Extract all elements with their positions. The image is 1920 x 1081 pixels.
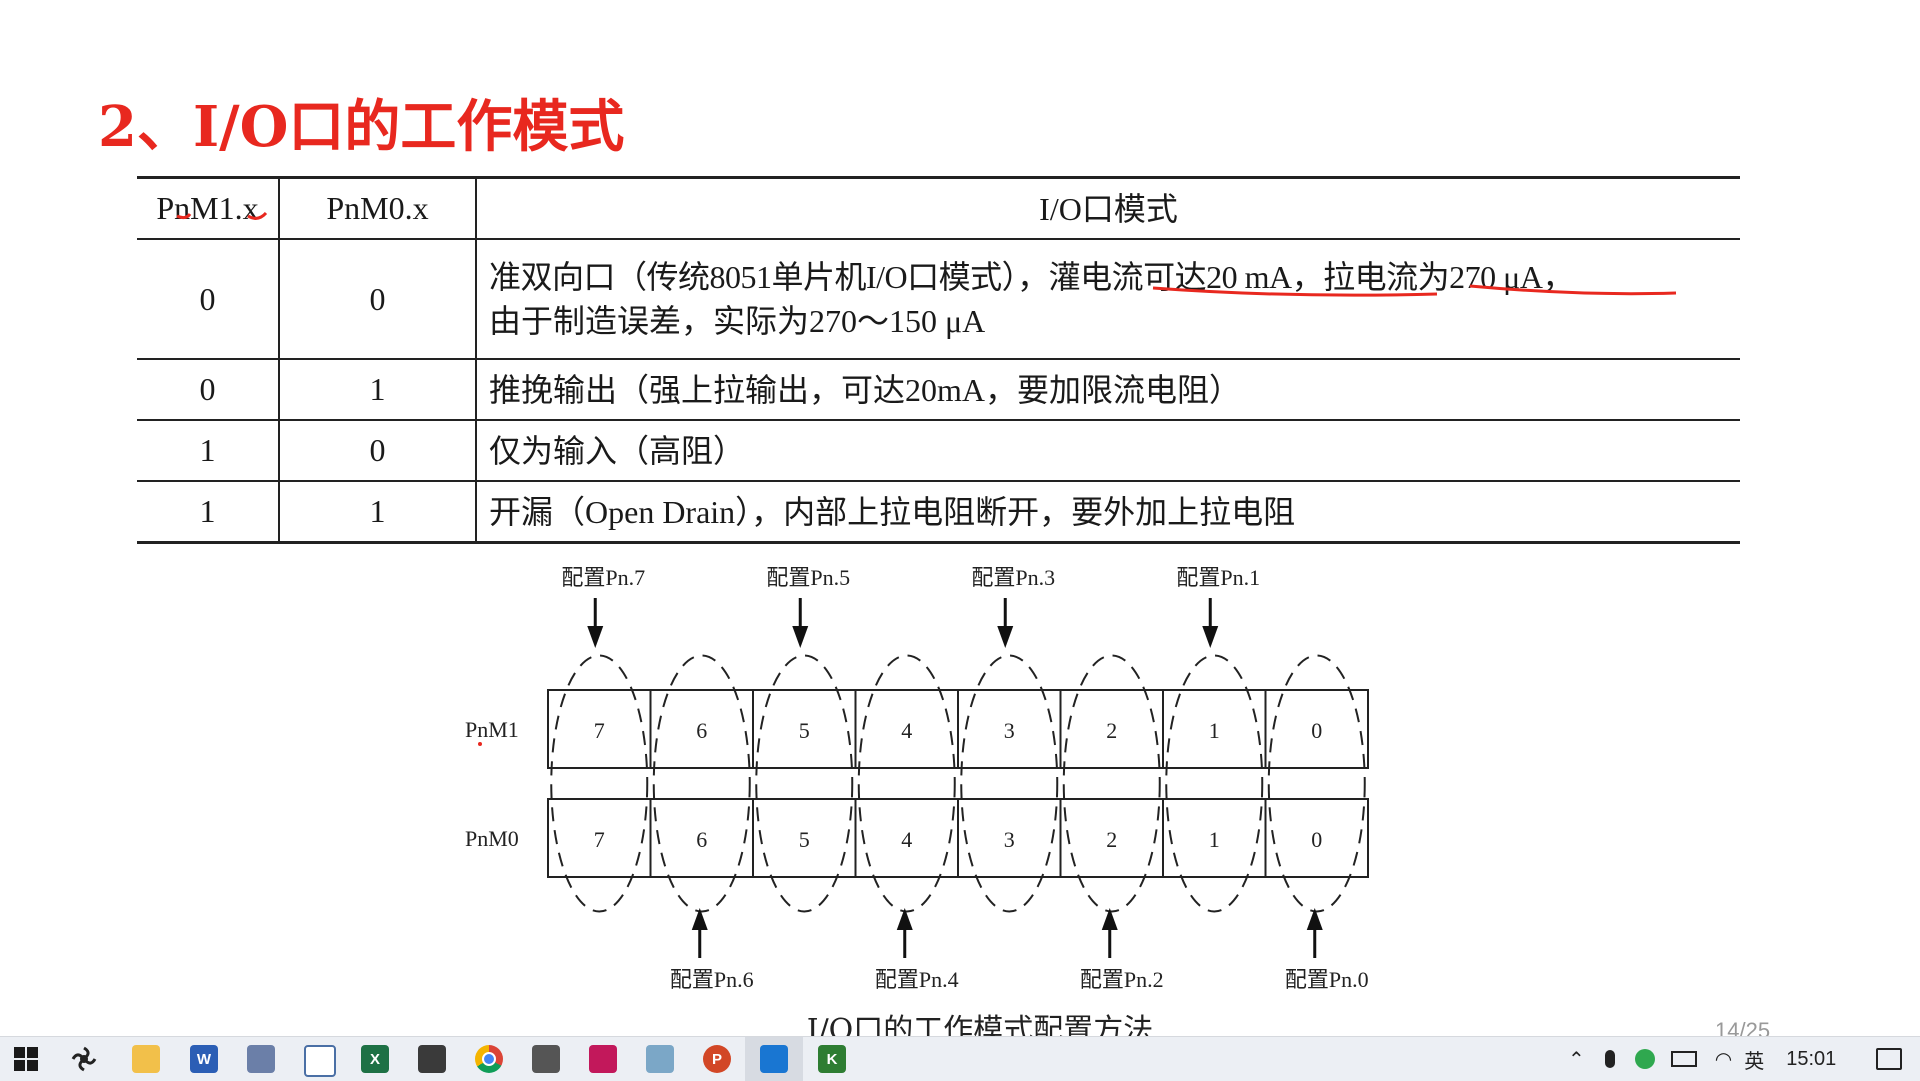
fan-app-icon[interactable] [70,1045,98,1073]
pen-app-icon[interactable] [646,1045,674,1073]
bit-group-ellipse [1267,654,1366,913]
start-icon[interactable] [12,1045,40,1073]
sync-icon[interactable] [1634,1049,1655,1069]
bit-cell: 1 [1209,827,1220,852]
arrow-down-head [792,626,809,648]
bit-cell: 1 [1209,718,1220,743]
config-label-top: 配置Pn.1 [1176,565,1260,590]
arrow-down-head [587,626,604,648]
system-tray: ⌃ ◠ 英 15:01 [1568,1037,1903,1081]
config-label-bottom: 配置Pn.0 [1285,967,1369,992]
bit-group-ellipse [550,654,649,913]
whiteboard-app-icon[interactable] [760,1045,788,1073]
notification-icon[interactable] [1876,1048,1903,1070]
clock[interactable]: 15:01 [1786,1048,1836,1071]
chip-app-icon[interactable] [532,1045,560,1073]
register-diagram: PnM1 PnM0 7 6 5 4 3 2 1 0 7 6 5 4 3 2 1 0 配置Pn.7 配置Pn.5 配置Pn… [465,565,1369,1036]
wifi-app-icon[interactable] [589,1045,617,1073]
battery-icon[interactable] [1670,1051,1697,1067]
config-label-bottom: 配置Pn.6 [670,967,754,992]
bit-cell: 5 [799,718,810,743]
excel-icon[interactable]: X [361,1045,389,1073]
bit-cell: 5 [799,827,810,852]
config-label-top: 配置Pn.7 [561,565,645,590]
bit-group-ellipse [1165,654,1264,913]
bit-cell: 2 [1106,827,1117,852]
arrow-down-head [1202,626,1219,648]
building-app-icon[interactable] [247,1045,275,1073]
arrow-down-head [997,626,1014,648]
bit-cell: 6 [696,827,707,852]
powerpoint-icon[interactable]: P [703,1045,731,1073]
bit-group-ellipse [1062,654,1161,913]
config-label-bottom: 配置Pn.2 [1080,967,1164,992]
row-label-pnm1: PnM1 [465,717,519,742]
word-icon[interactable]: W [190,1045,218,1073]
bit-cell: 0 [1311,718,1322,743]
bit-cell: 0 [1311,827,1322,852]
taskbar: W X P K ⌃ ◠ 英 15:01 [0,1036,1920,1081]
page-number: 14/25 [1715,1018,1771,1036]
bit-group-ellipse [755,654,854,913]
bit-cell: 3 [1004,718,1015,743]
ime-indicator[interactable]: 英 [1744,1045,1764,1074]
file-explorer-icon[interactable] [132,1045,160,1073]
chevron-up-icon[interactable]: ⌃ [1568,1047,1585,1072]
bit-cell: 3 [1004,827,1015,852]
bit-group-ellipse [857,654,956,913]
slide: 2、I/O口的工作模式 PnM1.x PnM0.x I/O口模式 0 0 准双向… [0,0,1920,1036]
bit-cell: 2 [1106,718,1117,743]
config-label-top: 配置Pn.5 [766,565,850,590]
bit-group-ellipse [652,654,751,913]
config-label-bottom: 配置Pn.4 [875,967,959,992]
bit-cell: 7 [594,827,605,852]
bit-cell: 6 [696,718,707,743]
chrome-icon[interactable] [475,1045,503,1073]
bit-cell: 4 [901,827,912,852]
config-label-top: 配置Pn.3 [971,565,1055,590]
microphone-icon[interactable] [1604,1050,1615,1068]
diagram-caption: I/O口的工作模式配置方法 [807,1013,1154,1036]
window-app-icon[interactable] [304,1045,336,1077]
wifi-icon[interactable]: ◠ [1715,1047,1732,1072]
bit-cell: 4 [901,718,912,743]
bit-cell: 7 [594,718,605,743]
keil-app-icon[interactable]: K [818,1045,846,1073]
row-label-pnm0: PnM0 [465,826,519,851]
book-app-icon[interactable] [418,1045,446,1073]
bit-group-ellipse [960,654,1059,913]
